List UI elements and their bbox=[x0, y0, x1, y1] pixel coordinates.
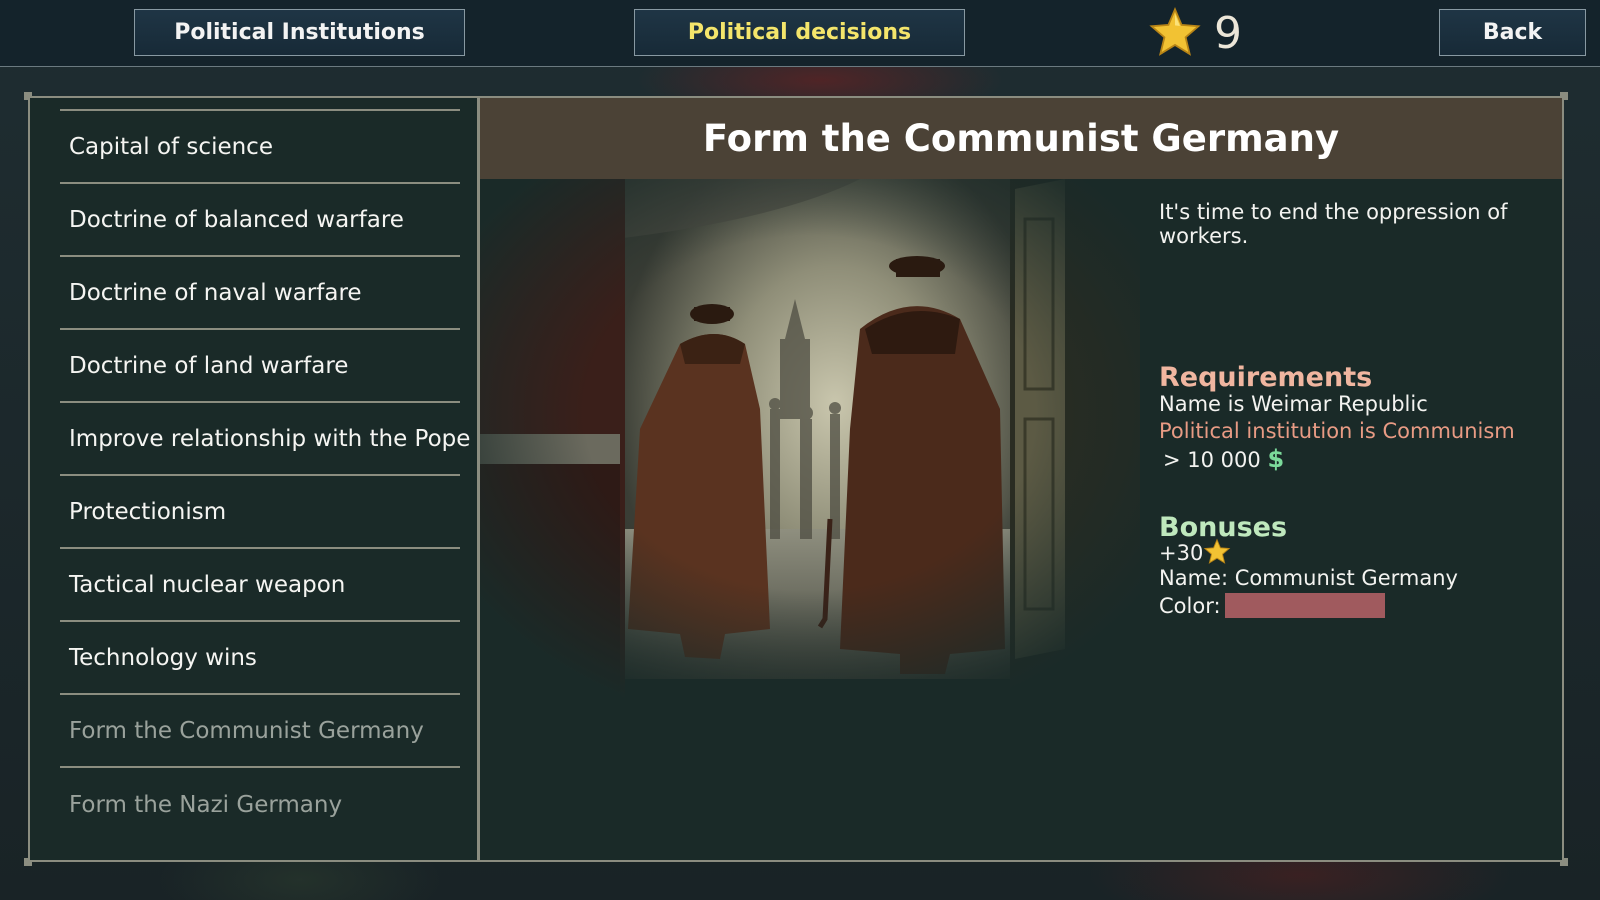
decision-item-communist-germany[interactable]: Form the Communist Germany bbox=[60, 695, 460, 768]
decision-description: It's time to end the oppression of worke… bbox=[1159, 200, 1508, 248]
decision-item-nazi-germany[interactable]: Form the Nazi Germany bbox=[60, 768, 460, 841]
decision-item-technology-wins[interactable]: Technology wins bbox=[60, 622, 460, 695]
decision-item-protectionism[interactable]: Protectionism bbox=[60, 476, 460, 549]
decision-item-relationship-pope[interactable]: Improve relationship with the Pope bbox=[60, 403, 470, 476]
requirement-money-amount: > 10 000 bbox=[1163, 448, 1261, 472]
political-institutions-button[interactable]: Political Institutions bbox=[134, 9, 465, 56]
star-count: 9 bbox=[1214, 8, 1242, 59]
decision-detail-panel: Form the Communist Germany It's time to … bbox=[480, 98, 1562, 860]
requirement-institution: Political institution is Communism bbox=[1159, 419, 1515, 443]
decisions-list[interactable]: Capital of science Doctrine of balanced … bbox=[30, 98, 478, 860]
decision-illustration bbox=[480, 179, 1140, 699]
back-button[interactable]: Back bbox=[1439, 9, 1586, 56]
bonus-name: Name: Communist Germany bbox=[1159, 566, 1458, 590]
color-swatch bbox=[1224, 593, 1385, 618]
decision-item-tactical-nuclear[interactable]: Tactical nuclear weapon bbox=[60, 549, 460, 622]
decision-item-naval-warfare[interactable]: Doctrine of naval warfare bbox=[60, 257, 460, 330]
political-decisions-button[interactable]: Political decisions bbox=[634, 9, 965, 56]
star-icon bbox=[1149, 7, 1201, 56]
bonus-stars: +30 bbox=[1159, 538, 1231, 566]
top-bar: Political Institutions Political decisio… bbox=[0, 0, 1600, 67]
bonus-color: Color: bbox=[1159, 593, 1385, 618]
decision-item-land-warfare[interactable]: Doctrine of land warfare bbox=[60, 330, 460, 403]
requirement-money: > 10 000 $ bbox=[1163, 445, 1284, 473]
star-icon bbox=[1204, 538, 1231, 564]
decision-item-balanced-warfare[interactable]: Doctrine of balanced warfare bbox=[60, 184, 460, 257]
bonus-stars-value: +30 bbox=[1159, 541, 1204, 565]
requirements-heading: Requirements bbox=[1159, 362, 1373, 393]
decision-item-capital-of-science[interactable]: Capital of science bbox=[60, 111, 460, 184]
requirement-name: Name is Weimar Republic bbox=[1159, 392, 1428, 416]
decision-title: Form the Communist Germany bbox=[480, 98, 1562, 179]
dollar-icon: $ bbox=[1267, 445, 1285, 473]
bonus-color-label: Color: bbox=[1159, 594, 1221, 618]
